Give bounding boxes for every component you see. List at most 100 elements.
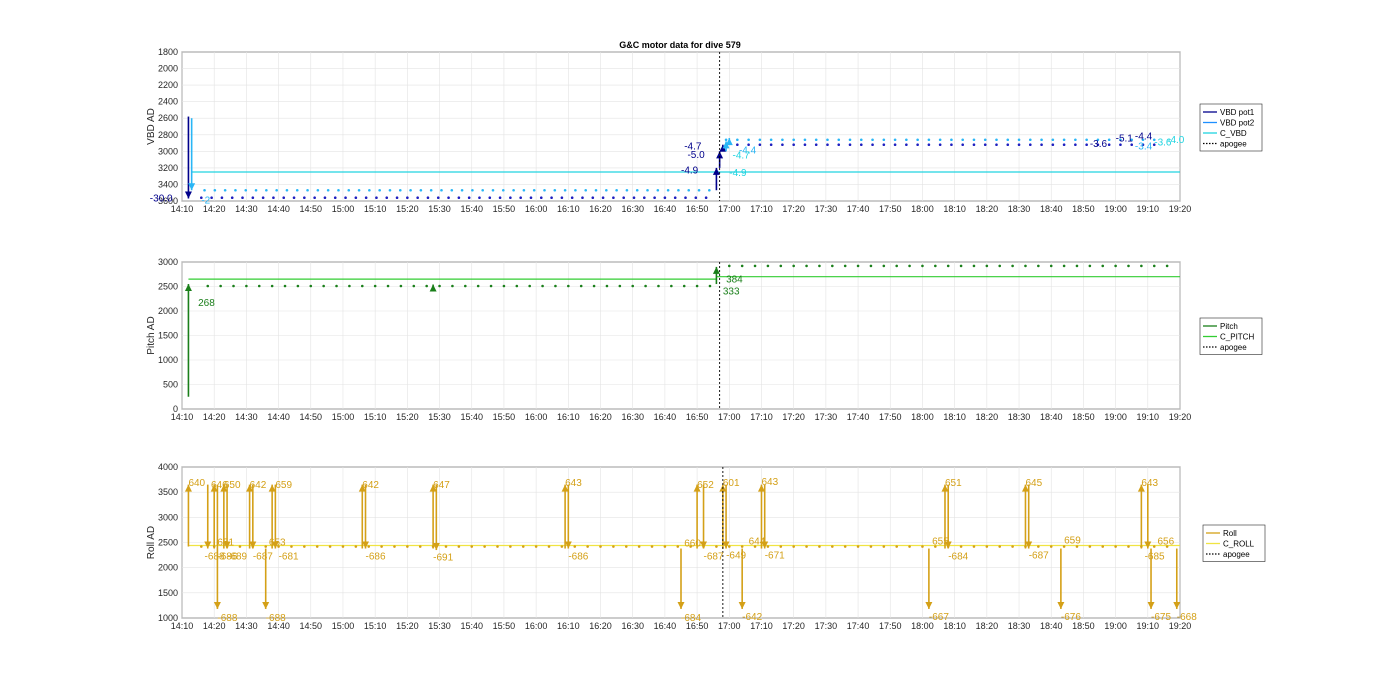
vbd-data-point [995, 143, 998, 147]
roll-annotation-label: -687 [704, 552, 724, 563]
vbd-data-point [347, 188, 351, 192]
vbd-data-point [826, 143, 829, 147]
vbd-data-point [234, 188, 237, 192]
roll-xtick-label: 16:30 [621, 621, 644, 631]
roll-ytick-label: 2000 [158, 563, 178, 573]
pitch-data-point [766, 264, 770, 268]
pitch-data-point [753, 264, 757, 268]
roll-data-point [637, 545, 641, 548]
vbd-data-point [871, 143, 874, 147]
pitch-data-point [1140, 264, 1143, 268]
vbd-data-point [848, 143, 852, 147]
pitch-data-point [335, 284, 338, 288]
pitch-data-point [515, 284, 519, 288]
vbd-data-point [333, 196, 337, 199]
pitch-data-point [644, 284, 647, 288]
pitch-annotation-label: 268 [198, 298, 215, 309]
vbd-data-point [512, 188, 515, 192]
pitch-data-point [1024, 264, 1027, 268]
pitch-data-point [412, 284, 416, 288]
vbd-xtick-label: 18:20 [976, 204, 999, 214]
vbd-data-point [848, 138, 852, 142]
pitch-data-point [554, 284, 557, 288]
pitch-xtick-label: 18:00 [911, 412, 934, 422]
pitch-data-point [373, 284, 377, 288]
vbd-data-point [594, 188, 598, 192]
roll-data-point [354, 545, 358, 548]
roll-ytick-label: 3000 [158, 512, 178, 522]
vbd-data-point [673, 196, 677, 199]
roll-data-point [290, 545, 293, 548]
pitch-xtick-label: 14:30 [235, 412, 258, 422]
pitch-data-point [257, 284, 261, 288]
pitch-data-point [818, 264, 821, 268]
vbd-data-point [574, 188, 577, 192]
pitch-data-point [1152, 264, 1156, 268]
vbd-annotation-label: -4.9 [681, 166, 699, 177]
vbd-data-point [292, 196, 296, 199]
vbd-data-point [471, 188, 474, 192]
pitch-xtick-label: 15:30 [428, 412, 451, 422]
pitch-data-point [727, 264, 731, 268]
roll-data-point [766, 545, 770, 548]
vbd-annotation-label: -2 [201, 195, 210, 206]
vbd-data-point [635, 188, 639, 192]
vbd-data-point [632, 196, 636, 199]
vbd-data-point [398, 188, 402, 192]
pitch-data-point [528, 284, 531, 288]
vbd-data-point [837, 143, 841, 147]
vbd-data-point [337, 188, 340, 192]
roll-data-point [341, 545, 345, 548]
pitch-data-point [1062, 264, 1066, 268]
pitch-data-point [779, 264, 783, 268]
vbd-xtick-label: 15:20 [396, 204, 419, 214]
pitch-xtick-label: 14:40 [267, 412, 290, 422]
vbd-data-point [708, 188, 711, 192]
pitch-xtick-label: 19:10 [1137, 412, 1160, 422]
vbd-data-point [605, 188, 608, 192]
vbd-data-point [1017, 138, 1021, 142]
vbd-data-point [1006, 143, 1010, 147]
pitch-xtick-label: 15:50 [493, 412, 516, 422]
vbd-xtick-label: 17:10 [750, 204, 773, 214]
roll-data-point [1127, 545, 1130, 548]
vbd-xtick-label: 17:30 [815, 204, 838, 214]
roll-data-point [1037, 545, 1040, 548]
roll-data-point [496, 545, 499, 548]
roll-annotation-label: 647 [433, 480, 450, 491]
pitch-xtick-label: 17:20 [782, 412, 805, 422]
pitch-xtick-label: 17:40 [847, 412, 870, 422]
figure-title: G&C motor data for dive 579 [619, 40, 741, 50]
roll-annotation-label: -691 [433, 553, 453, 564]
vbd-data-point [961, 138, 964, 142]
vbd-data-point [1085, 143, 1088, 147]
vbd-data-point [467, 196, 471, 199]
vbd-ylabel: VBD AD [146, 108, 157, 145]
pitch-xtick-label: 19:20 [1169, 412, 1192, 422]
plots-layer: 14:10 14:20 14:30 14:40 14:50 15:00 15:10 15:20… [146, 47, 1266, 631]
roll-xtick-label: 15:10 [364, 621, 387, 631]
vbd-data-point [642, 196, 646, 199]
roll-xtick-label: 17:40 [847, 621, 870, 631]
roll-data-point [380, 545, 383, 548]
pitch-data-point [322, 284, 325, 288]
vbd-data-point [529, 196, 533, 199]
vbd-xtick-label: 19:20 [1169, 204, 1192, 214]
roll-data-point [1088, 545, 1092, 548]
roll-annotation-label: 653 [269, 537, 286, 548]
roll-annotation-label: 645 [1025, 478, 1042, 489]
vbd-data-point [1006, 138, 1010, 142]
pitch-data-point [792, 264, 795, 268]
vbd-annotation-label: -4.7 [733, 151, 751, 162]
vbd-data-point [354, 196, 358, 199]
roll-annotation-label: 644 [749, 536, 766, 547]
vbd-annotation-label: -5.1 [1116, 133, 1134, 144]
vbd-data-point [316, 188, 320, 192]
pitch-xtick-label: 15:00 [332, 412, 355, 422]
vbd-data-point [230, 196, 234, 199]
roll-data-point [264, 545, 268, 548]
vbd-annotation-label: -4.9 [729, 168, 747, 179]
vbd-data-point [972, 143, 976, 147]
vbd-annotation-label: -3.4 [1135, 142, 1153, 153]
roll-data-point [1152, 545, 1156, 548]
